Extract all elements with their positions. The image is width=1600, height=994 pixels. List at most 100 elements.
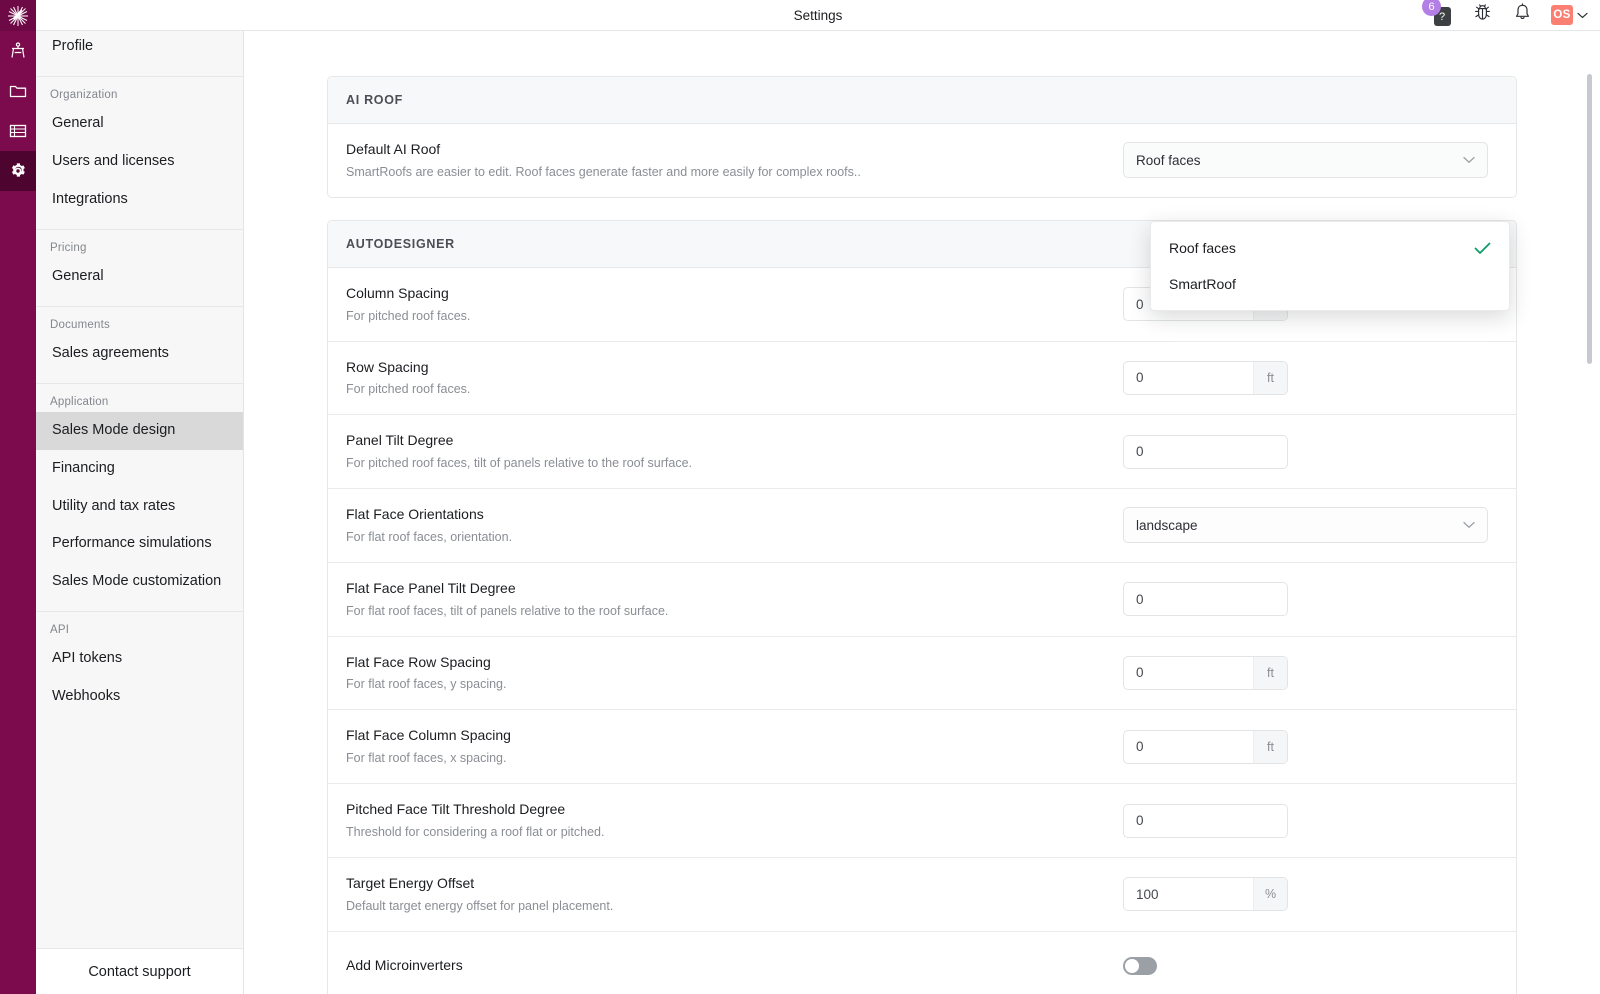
panel-tilt-degree-input[interactable]: 0 [1123, 435, 1288, 469]
sidebar-item-performance-simulations[interactable]: Performance simulations [36, 525, 243, 563]
row-label: Flat Face Row Spacing [346, 653, 1103, 672]
check-icon [1474, 242, 1491, 255]
flat-face-panel-tilt-degree-input[interactable]: 0 [1123, 582, 1288, 616]
input-unit: ft [1253, 731, 1287, 763]
row-description: Threshold for considering a roof flat or… [346, 824, 1103, 841]
row-pitched-face-tilt-threshold-degree: Pitched Face Tilt Threshold Degree Thres… [328, 784, 1516, 858]
topbar-actions: ? 6 [1431, 4, 1600, 26]
sidebar-item-sales-mode-design[interactable]: Sales Mode design [36, 412, 243, 450]
chevron-down-icon [1463, 156, 1475, 164]
row-description: Default target energy offset for panel p… [346, 898, 1103, 915]
sidebar-group-pricing: Pricing General [36, 230, 243, 307]
design-tool-icon [10, 42, 26, 60]
chevron-down-icon [1577, 6, 1588, 24]
sidebar-group-label: Documents [36, 307, 243, 335]
input-unit: ft [1253, 657, 1287, 689]
input-unit: % [1253, 878, 1287, 910]
sidebar-item-webhooks[interactable]: Webhooks [36, 678, 243, 716]
sidebar-scroll-area: User Profile Organization General Users … [36, 0, 243, 948]
sidebar-group-api: API API tokens Webhooks [36, 612, 243, 726]
bell-icon [1514, 3, 1531, 27]
sidebar-item-org-general[interactable]: General [36, 105, 243, 143]
folder-icon [9, 83, 27, 99]
sidebar-group-label: Pricing [36, 230, 243, 258]
add-microinverters-toggle[interactable] [1123, 957, 1157, 975]
row-text: Default AI Roof SmartRoofs are easier to… [346, 140, 1123, 181]
sidebar-item-pricing-general[interactable]: General [36, 258, 243, 296]
toggle-knob [1125, 959, 1139, 973]
input-value: 0 [1124, 731, 1253, 763]
row-spacing-input[interactable]: 0 ft [1123, 361, 1288, 395]
bug-report-button[interactable] [1471, 4, 1493, 26]
main-area: AI ROOF Default AI Roof SmartRoofs are e… [244, 0, 1600, 994]
sidebar-group-documents: Documents Sales agreements [36, 307, 243, 384]
row-default-ai-roof: Default AI Roof SmartRoofs are easier to… [328, 124, 1516, 197]
row-description: For pitched roof faces. [346, 308, 1103, 325]
sidebar-item-financing[interactable]: Financing [36, 450, 243, 488]
pitched-face-tilt-threshold-degree-input[interactable]: 0 [1123, 804, 1288, 838]
row-control [1123, 957, 1498, 975]
content-scrollbar[interactable] [1587, 68, 1593, 994]
target-energy-offset-input[interactable]: 100 % [1123, 877, 1288, 911]
row-description: SmartRoofs are easier to edit. Roof face… [346, 164, 1103, 181]
row-description: For flat roof faces, tilt of panels rela… [346, 603, 1103, 620]
sidebar-item-integrations[interactable]: Integrations [36, 181, 243, 219]
row-label: Row Spacing [346, 358, 1103, 377]
card-header-ai-roof: AI ROOF [328, 77, 1516, 124]
input-value: 100 [1124, 878, 1253, 910]
row-row-spacing: Row Spacing For pitched roof faces. 0 ft [328, 342, 1516, 416]
app-root: User Profile Organization General Users … [0, 0, 1600, 994]
row-control: Roof faces [1123, 142, 1498, 178]
sidebar-item-users-and-licenses[interactable]: Users and licenses [36, 143, 243, 181]
rail-item-settings[interactable] [0, 151, 36, 191]
row-text: Panel Tilt Degree For pitched roof faces… [346, 431, 1123, 472]
row-text: Pitched Face Tilt Threshold Degree Thres… [346, 800, 1123, 841]
default-ai-roof-dropdown-menu: Roof faces SmartRoof [1150, 221, 1510, 311]
input-value: 0 [1124, 436, 1287, 468]
help-button[interactable]: ? 6 [1431, 4, 1453, 26]
select-value: landscape [1136, 518, 1198, 533]
row-label: Pitched Face Tilt Threshold Degree [346, 800, 1103, 819]
user-menu[interactable]: OS [1551, 5, 1588, 25]
contact-support-link[interactable]: Contact support [36, 948, 243, 994]
sidebar-group-label: Application [36, 384, 243, 412]
default-ai-roof-select[interactable]: Roof faces [1123, 142, 1488, 178]
app-logo[interactable] [0, 0, 36, 31]
flat-face-column-spacing-input[interactable]: 0 ft [1123, 730, 1288, 764]
row-description: For pitched roof faces. [346, 381, 1103, 398]
sidebar-group-application: Application Sales Mode design Financing … [36, 384, 243, 613]
row-label: Flat Face Column Spacing [346, 726, 1103, 745]
scrollbar-thumb[interactable] [1587, 74, 1592, 364]
sidebar-item-utility-and-tax-rates[interactable]: Utility and tax rates [36, 488, 243, 526]
row-text: Row Spacing For pitched roof faces. [346, 358, 1123, 399]
settings-content: AI ROOF Default AI Roof SmartRoofs are e… [244, 31, 1600, 994]
sidebar-item-profile[interactable]: Profile [36, 28, 243, 66]
rail-item-design[interactable] [0, 31, 36, 71]
row-control: landscape [1123, 507, 1498, 543]
gear-icon [9, 162, 27, 180]
row-label: Column Spacing [346, 284, 1103, 303]
row-description: For flat roof faces, orientation. [346, 529, 1103, 546]
flat-face-orientations-select[interactable]: landscape [1123, 507, 1488, 543]
sidebar-item-api-tokens[interactable]: API tokens [36, 640, 243, 678]
dropdown-option-roof-faces[interactable]: Roof faces [1151, 230, 1509, 266]
rail-item-projects[interactable] [0, 71, 36, 111]
card-autodesigner: AUTODESIGNER Column Spacing For pitched … [327, 220, 1517, 994]
row-label: Default AI Roof [346, 140, 1103, 159]
sidebar-item-sales-mode-customization[interactable]: Sales Mode customization [36, 563, 243, 601]
chevron-down-icon [1463, 521, 1475, 529]
row-text: Flat Face Panel Tilt Degree For flat roo… [346, 579, 1123, 620]
sidebar-group-organization: Organization General Users and licenses … [36, 77, 243, 230]
dropdown-option-smartroof[interactable]: SmartRoof [1151, 266, 1509, 302]
bug-icon [1473, 3, 1492, 27]
page-title: Settings [36, 8, 1600, 23]
sidebar-item-sales-agreements[interactable]: Sales agreements [36, 335, 243, 373]
rail-item-lists[interactable] [0, 111, 36, 151]
icon-rail [0, 0, 36, 994]
row-flat-face-panel-tilt-degree: Flat Face Panel Tilt Degree For flat roo… [328, 563, 1516, 637]
row-control: 0 ft [1123, 730, 1498, 764]
flat-face-row-spacing-input[interactable]: 0 ft [1123, 656, 1288, 690]
notifications-button[interactable] [1511, 4, 1533, 26]
row-label: Target Energy Offset [346, 874, 1103, 893]
row-control: 100 % [1123, 877, 1498, 911]
